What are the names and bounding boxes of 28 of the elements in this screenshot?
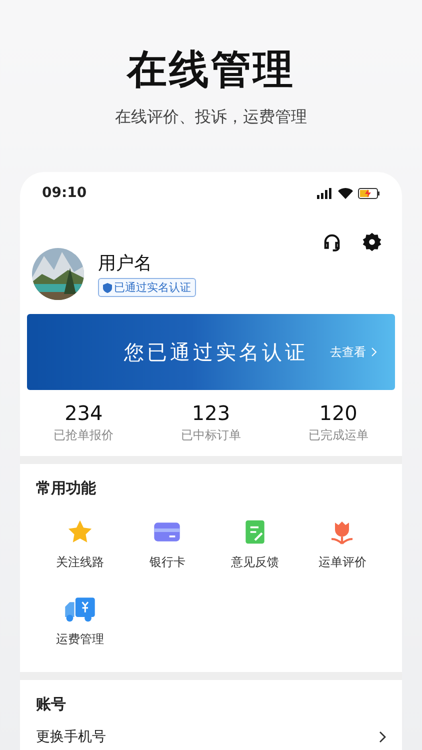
username: 用户名 <box>98 252 153 276</box>
function-item[interactable]: 运费管理 <box>36 595 124 648</box>
verified-badge: 已通过实名认证 <box>98 278 196 296</box>
stat-label: 已完成运单 <box>308 427 368 444</box>
function-item[interactable]: 银行卡 <box>124 518 211 571</box>
settings-row[interactable]: 更换手机号 <box>36 728 386 746</box>
settings-icon[interactable] <box>362 232 382 252</box>
headset-icon[interactable] <box>322 232 342 252</box>
stat-label: 已中标订单 <box>180 427 241 444</box>
truck-icon <box>64 595 96 623</box>
section-title: 常用功能 <box>36 478 97 498</box>
stat-value: 234 <box>64 400 103 426</box>
battery-charging-icon <box>358 188 380 198</box>
stat-value: 123 <box>192 400 230 426</box>
function-item[interactable]: 关注线路 <box>36 518 124 571</box>
page-subtitle: 在线评价、投诉，运费管理 <box>115 106 307 128</box>
stat-label: 已抢单报价 <box>54 427 114 444</box>
chevron-icon <box>379 731 386 743</box>
status-time: 09:10 <box>42 185 87 201</box>
function-item[interactable]: 运单评价 <box>298 518 386 571</box>
banner-text: 您已通过实名认证 <box>124 338 308 366</box>
stat-value: 120 <box>319 400 358 426</box>
wifi-icon <box>338 188 353 198</box>
page-title: 在线管理 <box>127 46 295 95</box>
function-item[interactable]: 意见反馈 <box>211 518 298 571</box>
signal-icon <box>317 188 333 198</box>
chevron-icon <box>371 347 377 357</box>
section-title: 账号 <box>36 694 67 714</box>
